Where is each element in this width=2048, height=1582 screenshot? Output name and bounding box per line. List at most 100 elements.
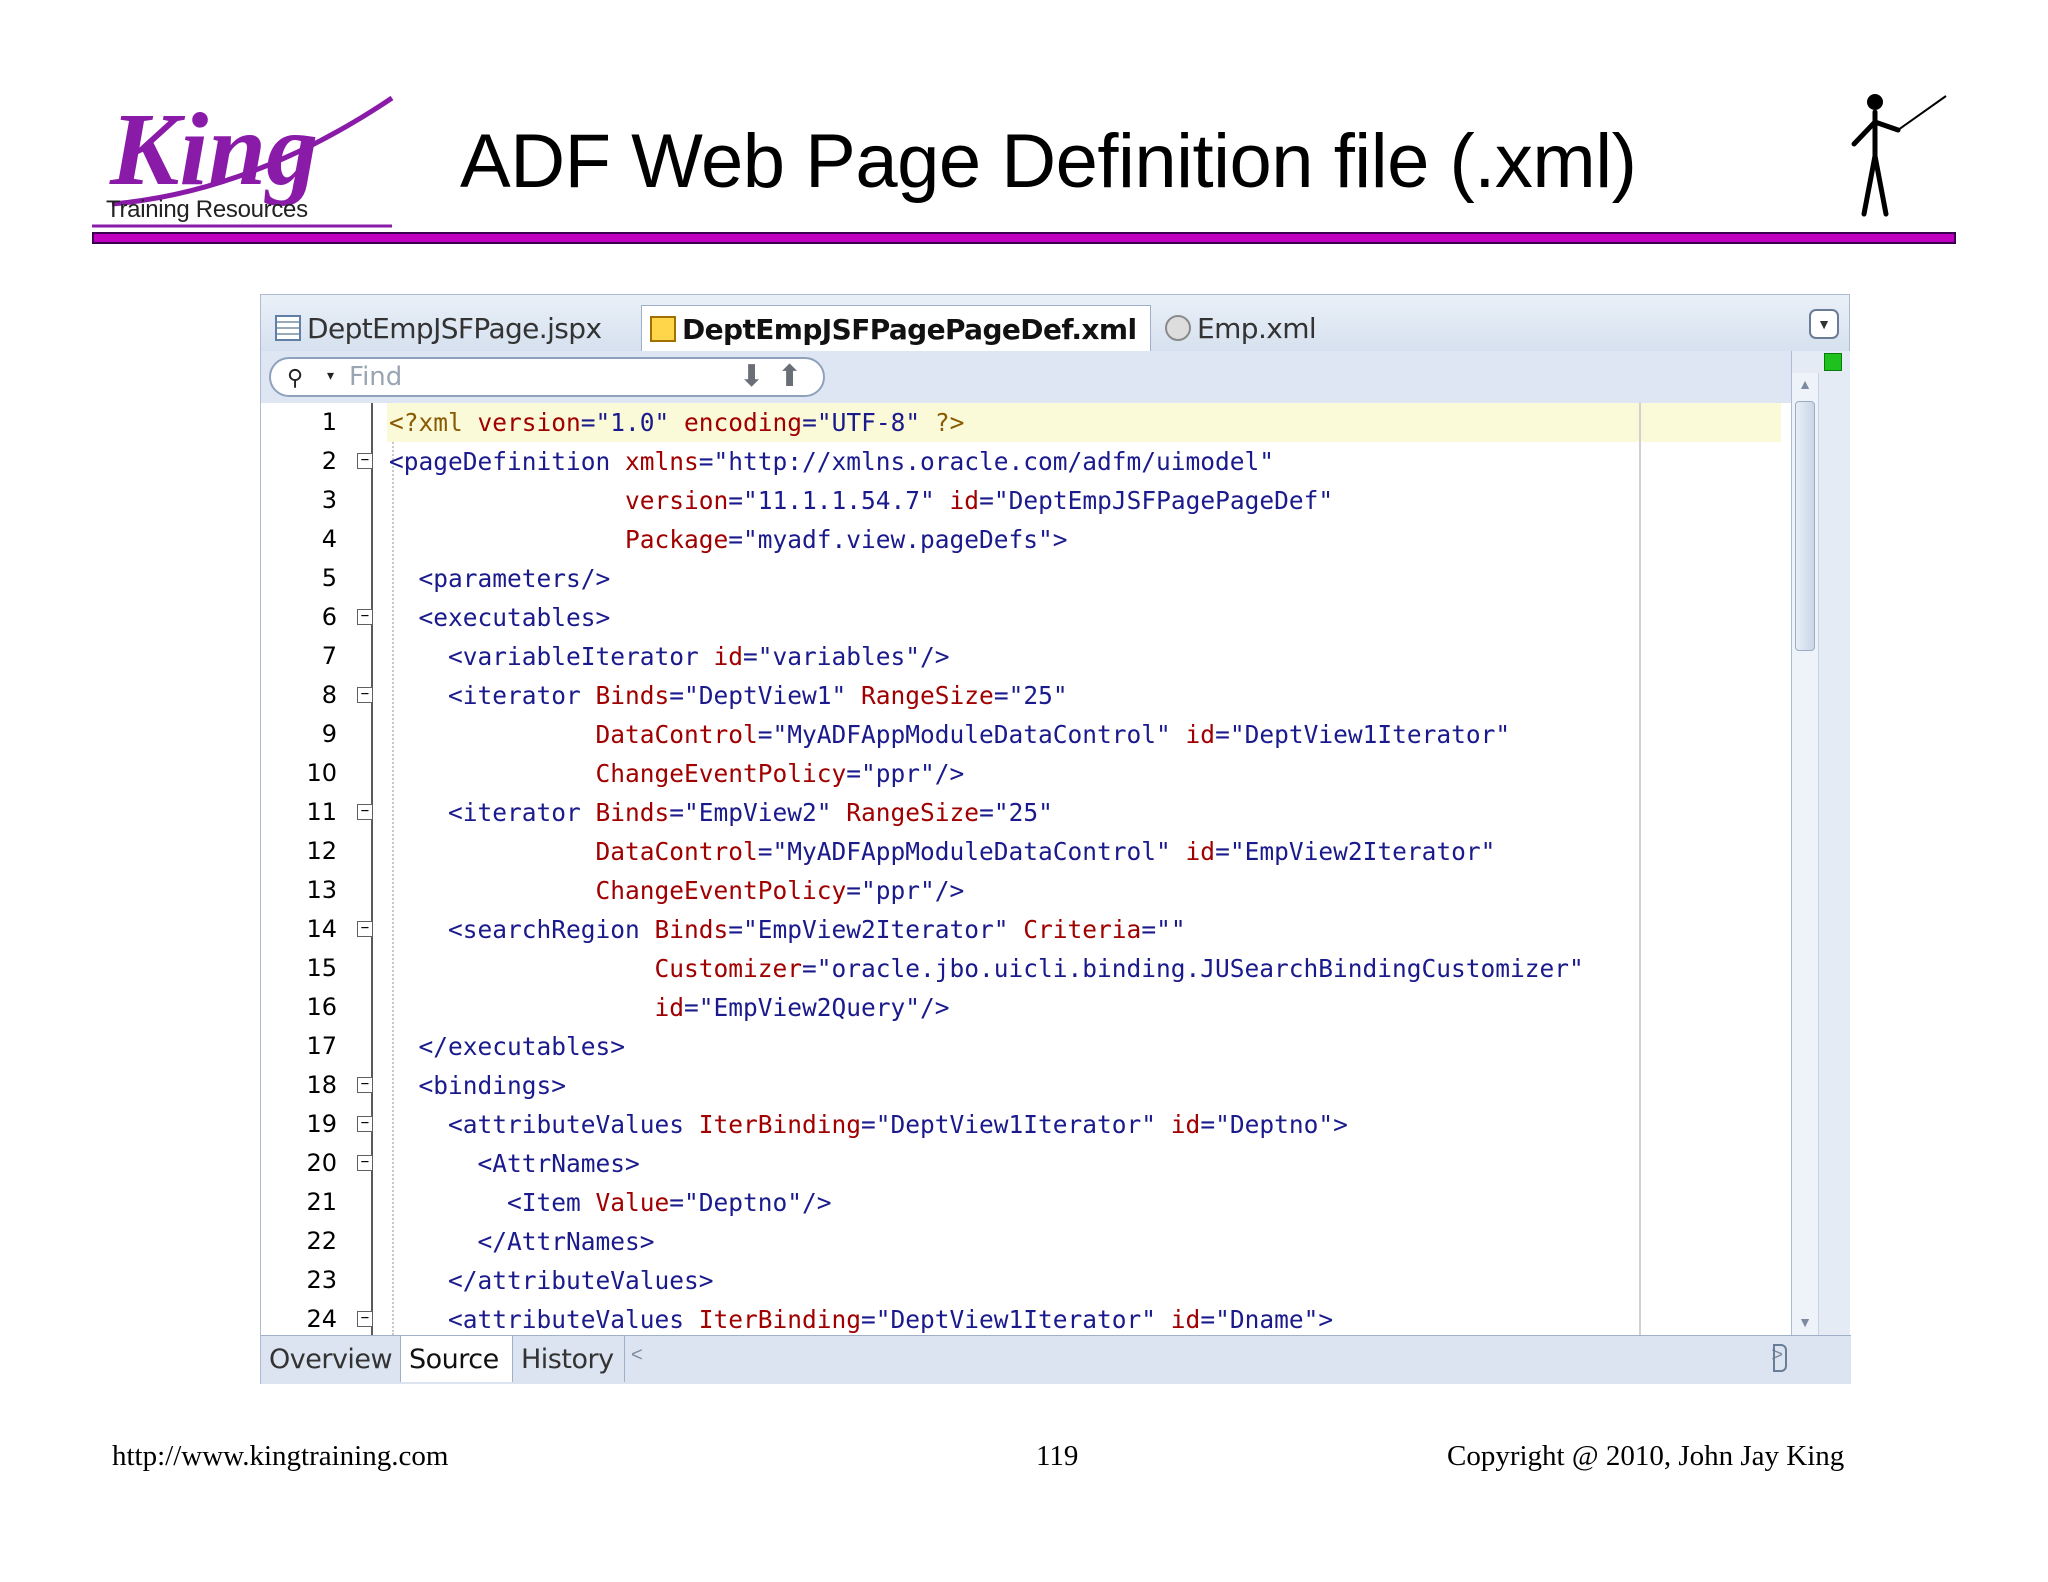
code-line[interactable]: 3 version="11.1.1.54.7" id="DeptEmpJSFPa… [261, 481, 1791, 520]
code-line[interactable]: 23 </attributeValues> [261, 1261, 1791, 1300]
code-line[interactable]: 1 <?xml version="1.0" encoding="UTF-8" ?> [261, 403, 1791, 442]
fold-toggle-icon[interactable]: − [357, 1155, 373, 1171]
code-line[interactable]: 9 DataControl="MyADFAppModuleDataControl… [261, 715, 1791, 754]
scroll-left-icon[interactable]: < [631, 1344, 643, 1367]
page-number: 119 [1036, 1440, 1079, 1472]
line-number: 10 [306, 759, 337, 787]
xml-token-val: ="ppr"/> [846, 759, 965, 788]
code-line[interactable]: 18 − <bindings> [261, 1066, 1791, 1105]
xml-token-val: ="Deptno"> [1200, 1110, 1348, 1139]
line-number: 5 [321, 564, 337, 592]
code-line[interactable]: 19 − <attributeValues IterBinding="DeptVi… [261, 1105, 1791, 1144]
xml-token-attr: version [625, 486, 729, 515]
code-line[interactable]: 22 </AttrNames> [261, 1222, 1791, 1261]
code-line[interactable]: 17 </executables> [261, 1027, 1791, 1066]
xml-token-tag [389, 954, 655, 983]
xml-token-attr: Package [625, 525, 729, 554]
code-line[interactable]: 2 − <pageDefinition xmlns="http://xmlns.or… [261, 442, 1791, 481]
xml-token-tag: ="1.0" [580, 408, 685, 437]
presenter-figure-icon [1840, 92, 1950, 222]
code-line[interactable]: 20 − <AttrNames> [261, 1144, 1791, 1183]
line-number: 19 [306, 1110, 337, 1138]
code-line[interactable]: 11 − <iterator Binds="EmpView2" RangeSize… [261, 793, 1791, 832]
code-text: ChangeEventPolicy="ppr"/> [389, 754, 965, 793]
xml-token-val: ="DeptView1Iterator" [861, 1305, 1171, 1334]
split-handle-icon[interactable] [1773, 1344, 1787, 1372]
fold-toggle-icon[interactable]: − [357, 1311, 373, 1327]
xml-token-attr: id [1170, 1305, 1201, 1334]
binoculars-icon[interactable]: ⚲ [287, 365, 303, 391]
xml-token-tag [389, 759, 596, 788]
tab-emp-xml-file[interactable]: Emp.xml [1157, 305, 1357, 351]
scroll-up-icon[interactable]: ▲ [1796, 375, 1814, 393]
code-text: <searchRegion Binds="EmpView2Iterator" C… [389, 910, 1186, 949]
vertical-scroll-track[interactable]: ▲ ▼ [1792, 373, 1819, 1335]
code-line[interactable]: 13 ChangeEventPolicy="ppr"/> [261, 871, 1791, 910]
fold-toggle-icon[interactable]: − [357, 921, 373, 937]
code-line[interactable]: 16 id="EmpView2Query"/> [261, 988, 1791, 1027]
tab-jspx-file[interactable]: DeptEmpJSFPage.jspx [267, 305, 637, 351]
code-text: <executables> [389, 598, 611, 637]
xml-token-tag [389, 876, 596, 905]
xml-token-attr: RangeSize [846, 798, 980, 827]
code-text: <pageDefinition xmlns="http://xmlns.orac… [389, 442, 1274, 481]
xml-token-tag: <pageDefinition [389, 447, 626, 476]
xml-token-attr: Value [595, 1188, 670, 1217]
xml-token-val: ="myadf.view.pageDefs"> [728, 525, 1068, 554]
code-line[interactable]: 21 <Item Value="Deptno"/> [261, 1183, 1791, 1222]
code-text: DataControl="MyADFAppModuleDataControl" … [389, 715, 1511, 754]
code-line[interactable]: 7 <variableIterator id="variables"/> [261, 637, 1791, 676]
code-line[interactable]: 8 − <iterator Binds="DeptView1" RangeSize… [261, 676, 1791, 715]
tab-list-menu-icon[interactable]: ▼ [1809, 309, 1839, 339]
fold-toggle-icon[interactable]: − [357, 1077, 373, 1093]
fold-toggle-icon[interactable]: − [357, 687, 373, 703]
code-text: <bindings> [389, 1066, 567, 1105]
xml-token-attr: Binds [595, 798, 670, 827]
vertical-scrollbar[interactable]: ▲ ▼ [1791, 351, 1850, 1335]
code-line[interactable]: 6 − <executables> [261, 598, 1791, 637]
xml-token-val: ="DeptView1" [669, 681, 862, 710]
tab-overview[interactable]: Overview [261, 1336, 401, 1382]
fold-toggle-icon[interactable]: − [357, 453, 373, 469]
xml-token-attr: version [477, 408, 581, 437]
find-next-arrow-icon[interactable]: ⬇ [739, 361, 764, 393]
find-previous-arrow-icon[interactable]: ⬆ [777, 361, 802, 393]
code-line[interactable]: 4 Package="myadf.view.pageDefs"> [261, 520, 1791, 559]
line-number: 24 [306, 1305, 337, 1333]
code-line[interactable]: 10 ChangeEventPolicy="ppr"/> [261, 754, 1791, 793]
entity-object-icon [1165, 315, 1191, 341]
vertical-scroll-thumb[interactable] [1795, 401, 1815, 651]
fold-toggle-icon[interactable]: − [357, 1116, 373, 1132]
xml-token-tag: </executables> [389, 1032, 626, 1061]
code-line[interactable]: 12 DataControl="MyADFAppModuleDataContro… [261, 832, 1791, 871]
code-line[interactable]: 24 − <attributeValues IterBinding="DeptVi… [261, 1300, 1791, 1335]
tab-history[interactable]: History [513, 1336, 625, 1382]
xml-token-val: ="11.1.1.54.7" [728, 486, 950, 515]
xml-token-val: ="EmpView2Iterator" [1215, 837, 1496, 866]
find-input[interactable] [349, 362, 709, 392]
tab-source[interactable]: Source [401, 1336, 513, 1382]
find-toolbar: ⚲ ▾ ⬇ ⬆ [261, 351, 1791, 403]
tab-pagedef-file[interactable]: DeptEmpJSFPagePageDef.xml [641, 305, 1151, 352]
xml-token-attr: xmlns [625, 447, 699, 476]
code-editor[interactable]: 1 <?xml version="1.0" encoding="UTF-8" ?>… [261, 403, 1791, 1335]
horizontal-scrollbar[interactable]: < > [627, 1340, 1787, 1370]
fold-toggle-icon[interactable]: − [357, 804, 373, 820]
xml-token-attr: IterBinding [698, 1110, 862, 1139]
xml-token-val: ="Deptno"/> [669, 1188, 832, 1217]
code-line[interactable]: 5 <parameters/> [261, 559, 1791, 598]
code-line[interactable]: 15 Customizer="oracle.jbo.uicli.binding.… [261, 949, 1791, 988]
xml-token-val: ="DeptView1Iterator" [1215, 720, 1511, 749]
xml-token-val: ="" [1141, 915, 1186, 944]
xml-token-attr: Customizer [654, 954, 803, 983]
chevron-down-icon[interactable]: ▾ [327, 367, 334, 384]
xml-token-val: ="DeptEmpJSFPagePageDef" [979, 486, 1334, 515]
xml-token-tag: <executables> [389, 603, 611, 632]
line-number: 13 [306, 876, 337, 904]
slide-title: ADF Web Page Definition file (.xml) [460, 119, 1637, 204]
code-text: <parameters/> [389, 559, 611, 598]
fold-toggle-icon[interactable]: − [357, 609, 373, 625]
code-text: <iterator Binds="DeptView1" RangeSize="2… [389, 676, 1068, 715]
code-line[interactable]: 14 − <searchRegion Binds="EmpView2Iterato… [261, 910, 1791, 949]
scroll-down-icon[interactable]: ▼ [1796, 1313, 1814, 1331]
